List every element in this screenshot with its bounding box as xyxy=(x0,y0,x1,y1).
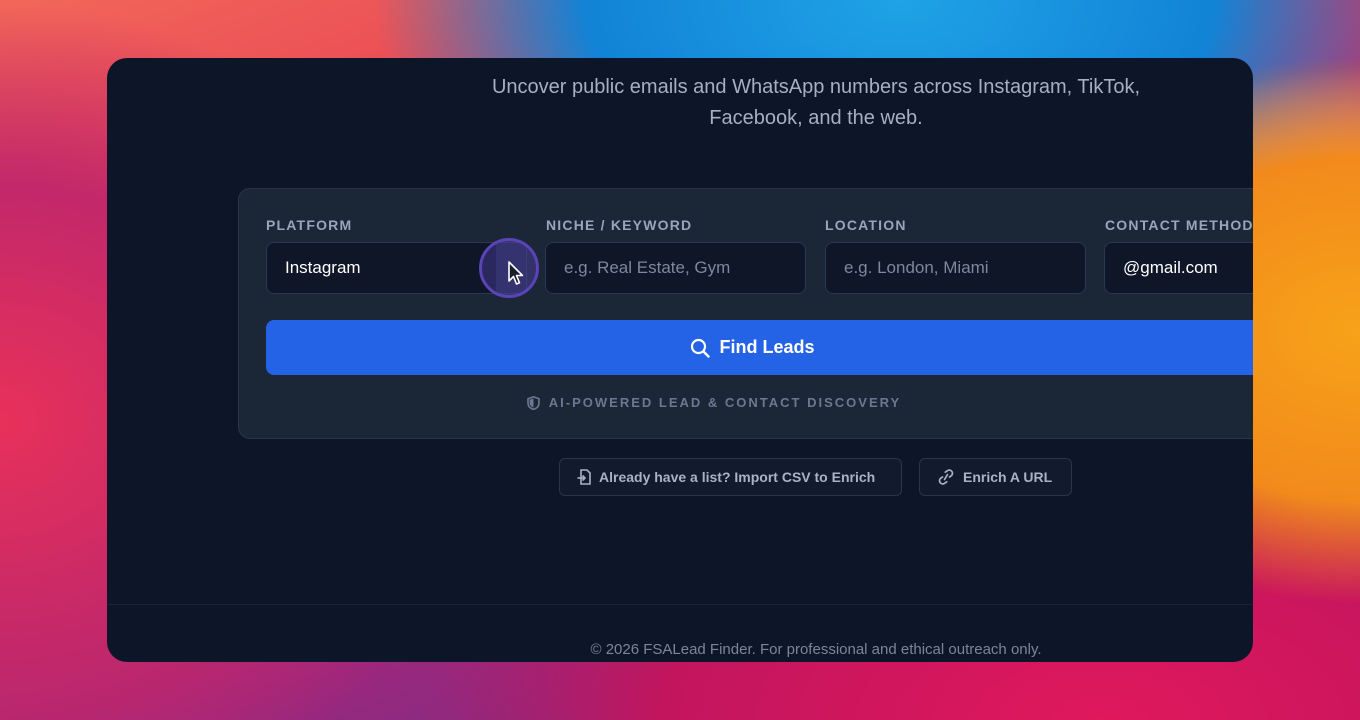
shield-icon xyxy=(526,395,540,410)
hero-subtitle-line-1: Uncover public emails and WhatsApp numbe… xyxy=(491,76,1141,98)
link-icon xyxy=(938,469,954,485)
hero-subtitle: Uncover public emails and WhatsApp numbe… xyxy=(457,72,1175,134)
import-csv-button[interactable]: Already have a list? Import CSV to Enric… xyxy=(559,458,902,496)
platform-label: PLATFORM xyxy=(266,217,353,233)
footer-divider xyxy=(107,604,1253,605)
enrich-url-button[interactable]: Enrich A URL xyxy=(919,458,1072,496)
location-input[interactable]: e.g. London, Miami xyxy=(825,242,1086,294)
platform-select-value: Instagram xyxy=(285,258,361,277)
search-icon xyxy=(691,338,711,358)
footer-text: © 2026 FSALead Finder. For professional … xyxy=(590,641,1042,658)
niche-input[interactable]: e.g. Real Estate, Gym xyxy=(545,242,806,294)
contact-method-value: @gmail.com xyxy=(1123,258,1218,277)
find-leads-button[interactable]: Find Leads xyxy=(266,320,1253,375)
contact-method-select[interactable]: @gmail.com xyxy=(1104,242,1253,294)
enrich-url-label: Enrich A URL xyxy=(963,469,1053,485)
contact-method-label: CONTACT METHOD xyxy=(1105,217,1253,233)
niche-input-placeholder: e.g. Real Estate, Gym xyxy=(564,258,731,277)
ai-tagline-text: AI-POWERED LEAD & CONTACT DISCOVERY xyxy=(548,395,902,410)
mouse-cursor-icon xyxy=(508,261,524,285)
hero-subtitle-line-2: Facebook, and the web. xyxy=(709,107,923,129)
find-leads-label: Find Leads xyxy=(719,337,815,357)
desktop-wallpaper: Uncover public emails and WhatsApp numbe… xyxy=(0,0,1360,720)
ai-tagline: AI-POWERED LEAD & CONTACT DISCOVERY xyxy=(239,395,1253,410)
app-window: Uncover public emails and WhatsApp numbe… xyxy=(107,58,1253,662)
file-import-icon xyxy=(577,469,591,485)
niche-label: NICHE / KEYWORD xyxy=(546,217,693,233)
mouse-cursor-highlight xyxy=(479,238,539,298)
location-label: LOCATION xyxy=(825,217,907,233)
location-input-placeholder: e.g. London, Miami xyxy=(844,258,989,277)
lead-search-card: PLATFORM Instagram NICHE / KEYWORD e.g. … xyxy=(238,188,1253,439)
import-csv-label: Already have a list? Import CSV to Enric… xyxy=(599,469,876,485)
